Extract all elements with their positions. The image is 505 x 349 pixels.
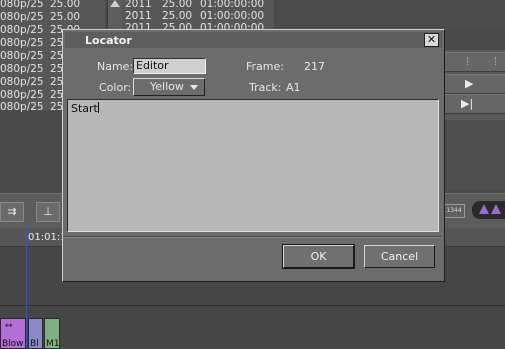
frame-label: Frame: xyxy=(246,60,284,73)
monitor-play-row: ▶ xyxy=(443,74,505,94)
bin-year: 2011 xyxy=(125,10,152,22)
bin-format: 080p/25 xyxy=(0,89,44,101)
timeline-clip[interactable]: ↔ Blow xyxy=(0,318,26,349)
clip-label: M1 xyxy=(46,339,60,349)
timeline-clip[interactable]: Bl xyxy=(28,318,43,349)
monitor-step-row: ▶| xyxy=(443,94,505,114)
track-divider xyxy=(0,305,505,306)
name-field[interactable]: Editor xyxy=(133,58,206,74)
timeline-clip[interactable]: M1 xyxy=(44,318,60,349)
text-caret xyxy=(97,102,99,113)
comment-text: Start xyxy=(71,102,99,115)
comment-field[interactable]: Start xyxy=(67,99,439,232)
dialog-title-bar[interactable]: Locator ✕ xyxy=(65,32,442,48)
segment-mode-icon[interactable] xyxy=(479,204,489,214)
extract-icon[interactable]: ⊥ xyxy=(36,202,60,222)
bin-format: 080p/25 xyxy=(0,50,44,62)
bin-scrollbar[interactable] xyxy=(107,0,122,30)
color-select-value: Yellow xyxy=(150,80,184,93)
bin-fps: 25.00 xyxy=(50,11,81,23)
bin-format: 080p/25 xyxy=(0,101,44,113)
bin-timecode: 01:00:00:00 xyxy=(200,0,265,10)
cancel-button[interactable]: Cancel xyxy=(364,245,435,268)
track-value: A1 xyxy=(286,81,301,94)
bin-fps: 25.00 xyxy=(162,0,193,10)
timeline-timecode: 01:01:1 xyxy=(28,232,67,243)
color-label: Color: xyxy=(99,81,132,94)
segment-mode-icon[interactable] xyxy=(491,204,501,214)
playhead[interactable] xyxy=(26,226,27,347)
color-select[interactable]: Yellow xyxy=(133,78,205,96)
lift-icon[interactable]: ⇉ xyxy=(0,202,24,222)
track-label: Track: xyxy=(249,81,282,94)
bin-format: 080p/25 xyxy=(0,24,44,36)
bin-fps: 25.00 xyxy=(50,0,81,10)
mark-tick xyxy=(467,57,469,65)
locator-dialog: Locator ✕ Name: Editor Color: Yellow Fra… xyxy=(62,29,445,282)
bin-timecode: 01:00:00:00 xyxy=(200,10,265,22)
mark-tick xyxy=(495,57,497,65)
comment-value: Start xyxy=(71,102,98,115)
monitor-viewer xyxy=(443,120,505,190)
dialog-separator xyxy=(63,236,442,238)
bin-format: 080p/25 xyxy=(0,0,44,10)
play-icon[interactable]: ▶ xyxy=(465,77,473,90)
chevron-down-icon xyxy=(190,85,198,90)
bin-fps: 25.00 xyxy=(162,10,193,22)
clip-label: Bl xyxy=(30,339,39,349)
bin-column-right xyxy=(276,0,505,30)
bin-format: 080p/25 xyxy=(0,63,44,75)
bin-format: 080p/25 xyxy=(0,11,44,23)
monitor-position-bar[interactable] xyxy=(443,52,505,72)
ok-button[interactable]: OK xyxy=(282,244,355,269)
timeline-counter: 1344 xyxy=(443,204,465,218)
frame-value: 217 xyxy=(304,60,325,73)
bin-format: 080p/25 xyxy=(0,37,44,49)
clip-effect-icon: ↔ xyxy=(5,321,13,331)
name-label: Name: xyxy=(97,60,134,73)
bin-column-mid: 2011 25.00 01:00:00:00 2011 25.00 01:00:00:0… xyxy=(122,0,274,34)
step-forward-icon[interactable]: ▶| xyxy=(461,97,473,110)
timeline-segment-tools[interactable] xyxy=(472,201,505,219)
clip-label: Blow xyxy=(2,339,24,349)
bin-year: 2011 xyxy=(125,0,152,10)
dialog-title: Locator xyxy=(85,34,132,47)
scroll-up-icon[interactable] xyxy=(110,0,120,7)
close-icon[interactable]: ✕ xyxy=(424,33,439,47)
bin-format: 080p/25 xyxy=(0,76,44,88)
